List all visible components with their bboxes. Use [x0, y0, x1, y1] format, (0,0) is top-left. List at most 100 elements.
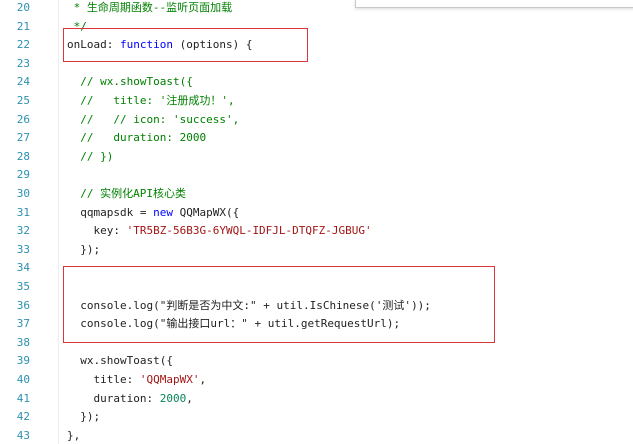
code-line[interactable]: 39 wx.showToast({ [0, 352, 633, 371]
code-line[interactable]: 37 console.log("输出接口url：" + util.getRequ… [0, 315, 633, 334]
code-token: // // icon: 'success', [67, 112, 240, 126]
line-number: 33 [16, 242, 30, 256]
code-token: wx.showToast({ [67, 354, 173, 368]
line-number: 35 [16, 280, 30, 293]
line-number: 21 [16, 19, 30, 33]
code-text: // }) [67, 148, 113, 167]
code-token: 生命周期函数--监听页面加载 [86, 1, 233, 14]
code-token: , [199, 373, 207, 386]
code-line[interactable]: 23 [0, 55, 633, 74]
code-token: + util.IsChinese( [256, 298, 376, 312]
code-token: // title: '注册成功！', [67, 94, 235, 107]
line-number: 31 [16, 205, 30, 219]
code-text: // title: '注册成功！', [67, 92, 235, 111]
line-number: 37 [16, 317, 30, 331]
code-token: 2000 [159, 391, 187, 405]
code-text: console.log("判断是否为中文:" + util.IsChinese(… [67, 297, 431, 316]
code-line[interactable]: 28 // }) [0, 148, 633, 167]
code-token: new [153, 205, 173, 219]
code-line[interactable]: 31 qqmapsdk = new QQMapWX({ [0, 204, 633, 223]
line-number: 32 [16, 224, 30, 238]
code-line[interactable]: 27 // duration: 2000 [0, 129, 633, 148]
code-text: qqmapsdk = new QQMapWX({ [67, 204, 239, 223]
line-number: 26 [16, 112, 30, 126]
line-number: 27 [16, 131, 30, 145]
code-text: console.log("输出接口url：" + util.getRequest… [67, 315, 400, 334]
line-number: 38 [16, 335, 30, 349]
line-number: 24 [16, 75, 30, 89]
code-text: * 生命周期函数--监听页面加载 [67, 0, 233, 18]
line-number: 25 [16, 94, 30, 107]
code-line[interactable]: 26 // // icon: 'success', [0, 111, 633, 130]
line-number: 39 [16, 354, 30, 368]
code-line[interactable]: 33 }); [0, 241, 633, 260]
code-token: duration: [67, 391, 160, 405]
code-token: + util.getRequestUrl); [247, 317, 401, 331]
code-token: (options) { [172, 38, 253, 52]
line-number: 41 [16, 391, 30, 405]
code-token: qqmapsdk = [67, 205, 154, 219]
code-token: title: [67, 373, 140, 386]
code-line[interactable]: 30 // 实例化API核心类 [0, 185, 633, 204]
code-token: }); [67, 242, 101, 256]
line-number: 22 [16, 38, 30, 52]
code-line[interactable]: 32 key: 'TR5BZ-56B3G-6YWQL-IDFJL-DTQFZ-J… [0, 222, 633, 241]
line-number: 43 [16, 428, 30, 442]
code-token: "输出接口url：" [159, 317, 248, 331]
line-number: 30 [16, 187, 30, 200]
code-token: // }) [67, 149, 114, 163]
line-number: 23 [16, 56, 30, 70]
code-text: // wx.showToast({ [67, 73, 193, 92]
code-text: wx.showToast({ [67, 352, 173, 371]
line-number: 40 [16, 373, 30, 386]
code-token: 'TR5BZ-56B3G-6YWQL-IDFJL-DTQFZ-JGBUG' [126, 224, 372, 238]
code-token: QQMapWX({ [172, 205, 240, 219]
code-token: * [67, 1, 87, 14]
line-number: 20 [16, 1, 30, 14]
code-line[interactable]: 40 title: 'QQMapWX', [0, 371, 633, 390]
code-token: */ [67, 19, 87, 33]
line-number: 29 [16, 168, 30, 182]
code-line[interactable]: 38 [0, 334, 633, 353]
code-line[interactable]: 25 // title: '注册成功！', [0, 92, 633, 111]
code-token: // wx.showToast({ [67, 75, 193, 89]
code-token: 'QQMapWX' [139, 373, 200, 386]
code-token: // duration: 2000 [67, 131, 207, 145]
line-number: 28 [16, 149, 30, 163]
code-text: */ [67, 18, 87, 37]
code-token: }); [67, 410, 101, 424]
code-token: "判断是否为中文:" [159, 298, 257, 312]
code-text: onLoad: function (options) { [67, 36, 252, 55]
code-text: title: 'QQMapWX', [67, 371, 206, 390]
line-number: 36 [16, 298, 30, 312]
code-line[interactable]: 41 duration: 2000, [0, 390, 633, 409]
code-line[interactable]: 36 console.log("判断是否为中文:" + util.IsChine… [0, 297, 633, 316]
code-token: onLoad: [67, 38, 120, 52]
code-line[interactable]: 42 }); [0, 408, 633, 427]
code-token: console.log( [67, 317, 160, 331]
code-token: }, [67, 428, 81, 442]
code-token: key: [67, 224, 127, 238]
code-token: function [119, 38, 173, 52]
code-line[interactable]: 20 * 生命周期函数--监听页面加载 [0, 0, 633, 18]
code-text: }); [67, 241, 100, 260]
code-token: '测试' [375, 298, 412, 312]
code-line[interactable]: 35 [0, 278, 633, 297]
code-text: // 实例化API核心类 [67, 185, 186, 204]
code-editor[interactable]: 20 * 生命周期函数--监听页面加载 21 */22 onLoad: functi… [0, 0, 633, 444]
code-token: )); [411, 298, 431, 312]
code-text: duration: 2000, [67, 390, 193, 409]
code-line[interactable]: 34 [0, 259, 633, 278]
code-token: , [186, 391, 193, 405]
code-line[interactable]: 21 */ [0, 18, 633, 37]
code-line[interactable]: 22 onLoad: function (options) { [0, 36, 633, 55]
code-text: // duration: 2000 [67, 129, 206, 148]
code-text: }); [67, 408, 100, 427]
code-token: // 实例化API核心类 [67, 187, 186, 200]
code-text: // // icon: 'success', [67, 111, 239, 130]
line-number: 34 [16, 261, 30, 275]
code-line[interactable]: 24 // wx.showToast({ [0, 73, 633, 92]
code-text: }, [67, 427, 80, 444]
code-line[interactable]: 43}, [0, 427, 633, 444]
code-line[interactable]: 29 [0, 166, 633, 185]
